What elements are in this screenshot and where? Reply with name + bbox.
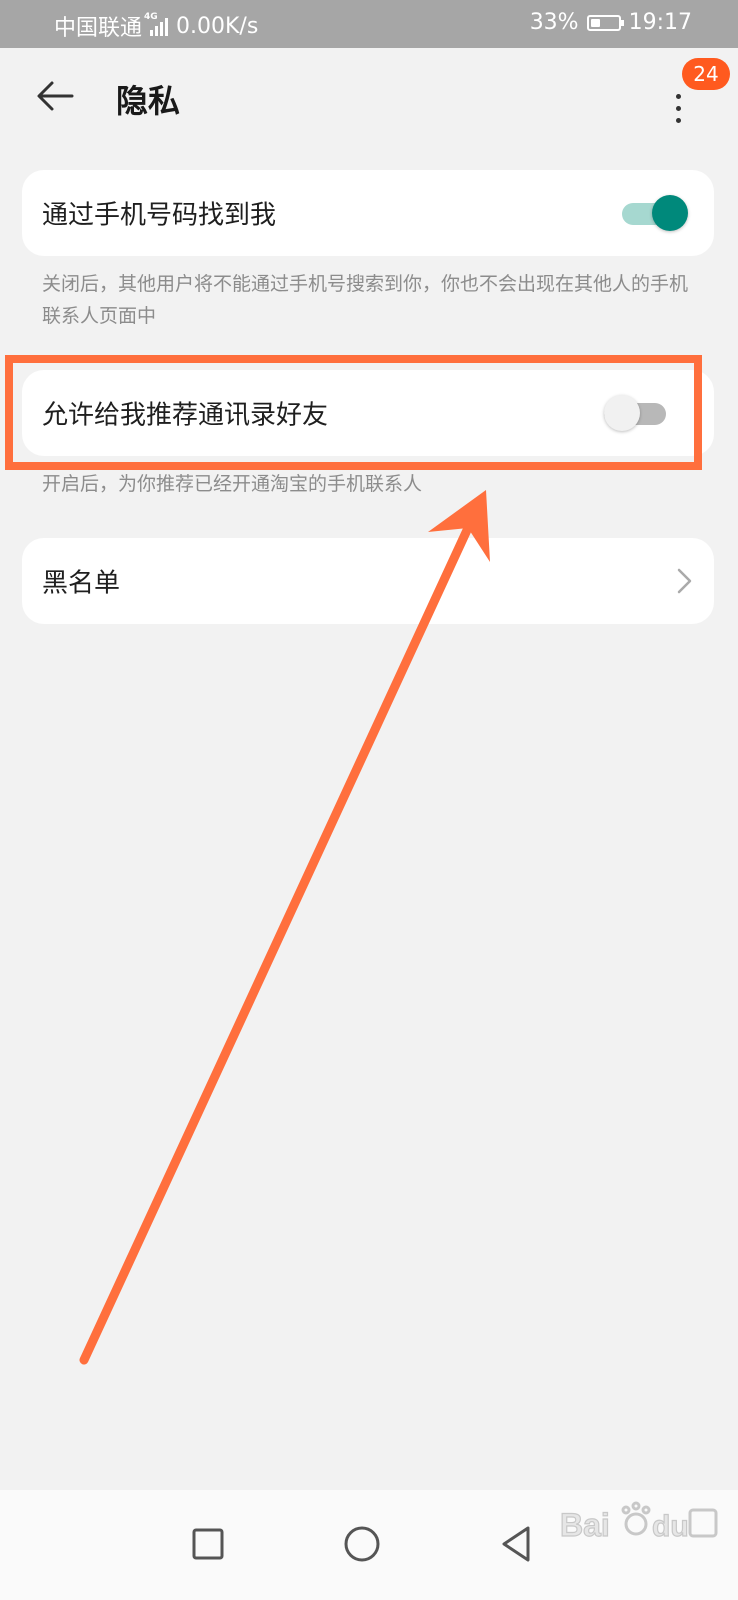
circle-icon: [344, 1526, 380, 1562]
carrier-name: 中国联通: [54, 16, 143, 41]
home-button[interactable]: [332, 1514, 392, 1574]
setting-label: 允许给我推荐通讯录好友: [42, 400, 329, 431]
setting-find-by-phone: 通过手机号码找到我: [22, 170, 714, 256]
setting-label: 通过手机号码找到我: [42, 200, 277, 231]
back-button[interactable]: [34, 74, 78, 118]
arrow-left-icon: [37, 81, 74, 111]
network-speed: 0.00K/s: [176, 13, 259, 39]
network-type: 4G: [144, 12, 158, 22]
page-title: 隐私: [116, 82, 181, 120]
battery-icon: [586, 14, 624, 31]
status-left: 中国联通 4G 0.00K/s: [54, 10, 258, 42]
svg-text:du: du: [652, 1510, 689, 1543]
triangle-back-icon: [502, 1526, 530, 1562]
status-bar: 中国联通 4G 0.00K/s 33% 19:17: [0, 0, 738, 48]
battery-percent: 33%: [529, 10, 579, 35]
setting-description: 关闭后，其他用户将不能通过手机号搜索到你，你也不会出现在其他人的手机联系人页面中: [42, 273, 689, 327]
recommend-contacts-toggle[interactable]: [604, 395, 670, 431]
nav-back-button[interactable]: [486, 1514, 546, 1574]
find-by-phone-toggle[interactable]: [622, 195, 688, 231]
chevron-right-icon: [677, 568, 692, 594]
setting-recommend-contacts: 允许给我推荐通讯录好友: [22, 370, 714, 456]
baidu-watermark-logo: Bai du: [560, 1501, 718, 1544]
status-right: 33% 19:17: [530, 10, 692, 35]
signal-icon: 4G: [144, 12, 169, 36]
app-bar: 隐私 24: [0, 48, 738, 148]
setting-description: 开启后，为你推荐已经开通淘宝的手机联系人: [42, 473, 423, 495]
setting-blacklist[interactable]: 黑名单: [22, 538, 714, 624]
square-icon: [192, 1528, 224, 1560]
recent-apps-button[interactable]: [178, 1514, 238, 1574]
notification-badge: 24: [682, 58, 730, 90]
svg-text:Bai: Bai: [560, 1507, 610, 1543]
clock: 19:17: [628, 10, 692, 35]
setting-label: 黑名单: [42, 568, 121, 599]
